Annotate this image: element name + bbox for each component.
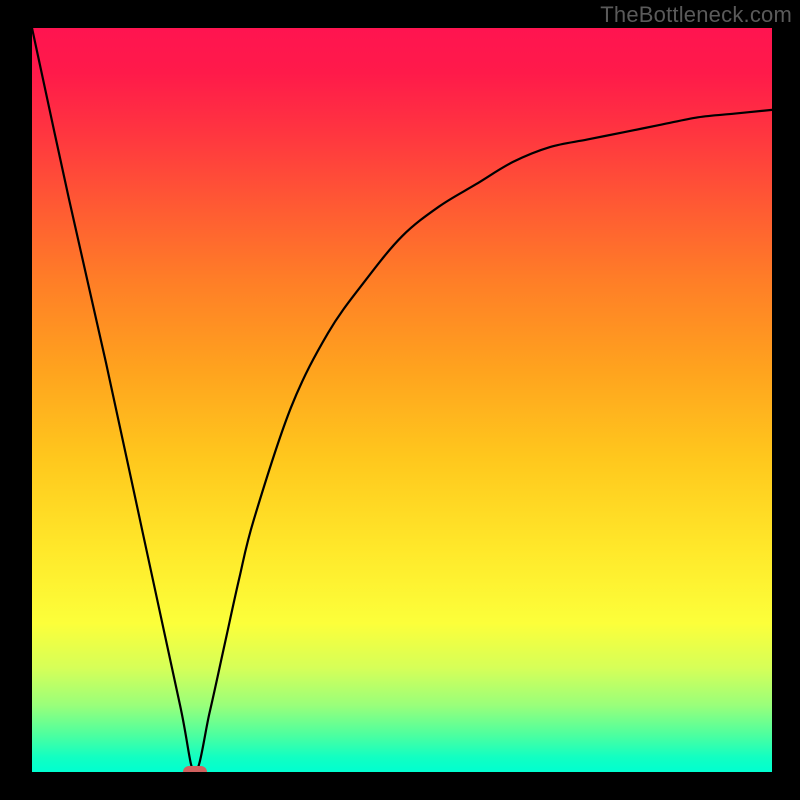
- optimal-point-marker: [183, 766, 207, 772]
- chart-frame: TheBottleneck.com: [0, 0, 800, 800]
- plot-area: [32, 28, 772, 772]
- curve-svg: [32, 28, 772, 772]
- watermark-text: TheBottleneck.com: [600, 2, 792, 28]
- bottleneck-curve: [32, 28, 772, 772]
